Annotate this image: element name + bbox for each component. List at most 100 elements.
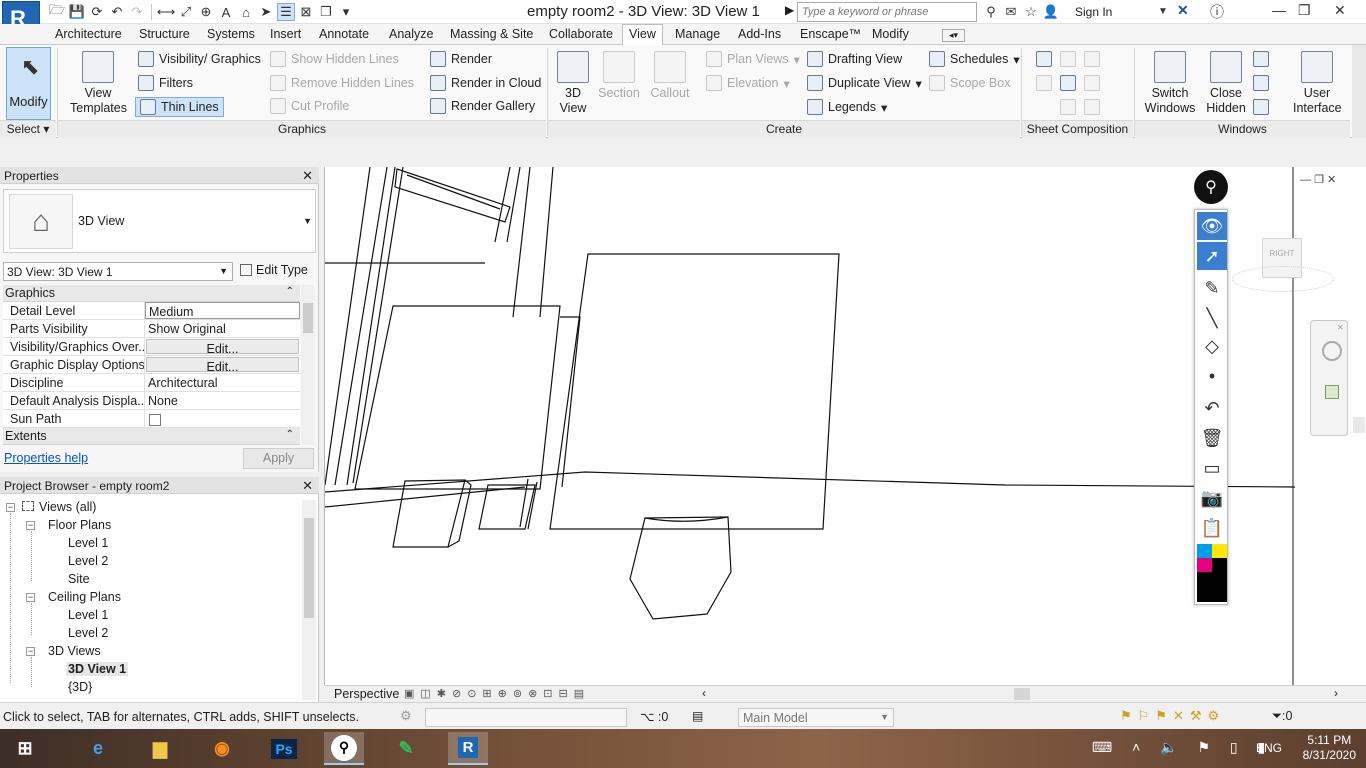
scroll-thumb[interactable] (303, 303, 313, 333)
tab-insert[interactable]: Insert (270, 27, 301, 41)
tree-views-all[interactable]: Views (all) (22, 500, 96, 514)
3d-view-button[interactable]: 3D View (553, 51, 593, 116)
schedules-button[interactable]: Schedules ▾ (929, 51, 1020, 67)
view-templates-button[interactable]: View Templates (70, 51, 127, 116)
search-input[interactable]: Type a keyword or phrase (797, 2, 977, 22)
tile-icon[interactable] (1253, 99, 1269, 115)
show-hidden-lines-button[interactable]: Show Hidden Lines (270, 51, 399, 67)
expand-arrow-icon[interactable]: ▶ (785, 3, 794, 17)
workset-select[interactable] (425, 708, 627, 727)
matchline-icon[interactable] (1084, 75, 1100, 91)
minimize-icon[interactable]: — (1300, 174, 1311, 186)
render-cloud-button[interactable]: Render in Cloud (430, 75, 541, 91)
switch-windows-button[interactable]: Switch Windows (1141, 51, 1199, 116)
open-icon[interactable]: 🗁 (48, 2, 66, 21)
cascade-icon[interactable] (1253, 75, 1269, 91)
visibility-graphics-button[interactable]: Visibility/ Graphics (138, 51, 261, 67)
tree-fp-site[interactable]: Site (68, 572, 90, 586)
photoshop-icon[interactable]: Ps (264, 732, 304, 765)
legends-button[interactable]: Legends ▾ (807, 99, 887, 115)
tree-cp-level-2[interactable]: Level 2 (68, 626, 108, 640)
revisions-icon[interactable] (1060, 75, 1076, 91)
tab-collaborate[interactable]: Collaborate (549, 27, 613, 41)
pen-line-icon[interactable]: ╲ (1197, 304, 1227, 332)
design-options-icon[interactable]: ▤ (692, 709, 703, 723)
close-hidden-icon[interactable]: ⊠ (297, 3, 315, 21)
viewport-scrollbar[interactable] (1353, 417, 1365, 433)
sign-in-link[interactable]: Sign In (1075, 5, 1112, 19)
sheet-icon[interactable] (1036, 51, 1052, 67)
undo-icon[interactable]: ↶ (108, 3, 126, 21)
section-icon[interactable]: ➤ (257, 3, 275, 21)
restore-icon[interactable]: ❐ (1298, 2, 1311, 19)
group-graphics[interactable]: Graphics ⌃ (3, 285, 300, 302)
tree-default-3d[interactable]: {3D} (68, 680, 92, 694)
tree-cp-level-1[interactable]: Level 1 (68, 608, 108, 622)
markup-app-taskbar-icon[interactable]: ⚲ (324, 732, 364, 765)
restore-icon[interactable]: ❐ (1314, 174, 1324, 186)
property-value[interactable]: None (145, 392, 300, 409)
customize-chevron-icon[interactable]: ▾ (337, 3, 355, 21)
collapse-icon[interactable]: − (26, 647, 35, 656)
section-button[interactable]: Section (598, 51, 640, 101)
cursor-pointer-icon[interactable]: ➚ (1197, 242, 1227, 270)
eraser-icon[interactable]: ◇ (1197, 332, 1227, 360)
property-value[interactable]: Show Original (145, 320, 300, 337)
view-reference-icon[interactable] (1060, 99, 1076, 115)
ribbon-toggle-button[interactable]: ◂▾ (942, 29, 966, 42)
firefox-icon[interactable]: ◉ (202, 732, 242, 765)
tab-annotate[interactable]: Annotate (319, 27, 369, 41)
tree-fp-level-1[interactable]: Level 1 (68, 536, 108, 550)
selection-filter[interactable]: ⏷:0 (1272, 709, 1292, 724)
callout-button[interactable]: Callout (648, 51, 692, 101)
user-interface-button[interactable]: User Interface (1287, 51, 1347, 116)
filters-button[interactable]: Filters (138, 75, 193, 91)
close-icon[interactable]: ✕ (1327, 174, 1336, 186)
minimize-icon[interactable]: — (1272, 2, 1286, 18)
active-model-select[interactable]: Main Model ▼ (738, 708, 894, 727)
detail-level-select[interactable]: Medium (145, 302, 300, 319)
collapse-icon[interactable]: − (6, 503, 15, 512)
notes-app-icon[interactable]: ✎ (386, 732, 426, 765)
user-icon[interactable]: 👤 (1042, 3, 1060, 21)
scroll-left-icon[interactable]: ‹ (702, 686, 706, 700)
help-icon[interactable]: ⓘ (1210, 2, 1224, 22)
cut-profile-button[interactable]: Cut Profile (270, 98, 349, 114)
close-icon[interactable]: ✕ (302, 478, 313, 494)
elevation-button[interactable]: Elevation ▾ (706, 75, 790, 91)
communication-icon[interactable]: ✉ (1002, 3, 1020, 21)
redo-icon[interactable]: ↷ (128, 3, 146, 21)
tree-floor-plans[interactable]: Floor Plans (48, 518, 111, 532)
default-3d-view-icon[interactable]: ⌂ (237, 3, 255, 21)
horizontal-scroll-thumb[interactable] (1014, 688, 1030, 700)
group-extents[interactable]: Extents ⌃ (3, 428, 300, 445)
binoculars-icon[interactable]: ⚲ (982, 3, 1000, 21)
save-icon[interactable]: 💾 (68, 3, 86, 21)
placeholder-sheet-icon[interactable] (1060, 51, 1076, 67)
browser-scrollbar[interactable] (302, 500, 316, 700)
internet-explorer-icon[interactable]: e (78, 732, 118, 765)
undo-icon[interactable]: ↶ (1197, 394, 1227, 422)
type-selector[interactable]: ⌂ 3D View ▼ (3, 189, 316, 253)
editable-count[interactable]: ⌥ :0 (640, 709, 668, 724)
titleblock-icon[interactable] (1084, 51, 1100, 67)
drafting-view-button[interactable]: Drafting View (807, 51, 902, 67)
close-hidden-button[interactable]: Close Hidden (1203, 51, 1249, 116)
tab-architecture[interactable]: Architecture (55, 27, 122, 41)
system-tray-icons[interactable]: ⌨ ˄ 🔈 ⚑ ▯ ▮ (1092, 739, 1273, 756)
language-indicator[interactable]: ENG (1256, 741, 1282, 755)
dimension-icon[interactable]: ⤢ (177, 3, 195, 21)
tab-view[interactable]: View (622, 24, 663, 46)
tab-analyze[interactable]: Analyze (389, 27, 433, 41)
remove-hidden-lines-button[interactable]: Remove Hidden Lines (270, 75, 414, 91)
tab-systems[interactable]: Systems (207, 27, 255, 41)
clipboard-icon[interactable]: 📋 (1197, 514, 1227, 542)
duplicate-view-button[interactable]: Duplicate View ▾ (807, 75, 922, 91)
sync-icon[interactable]: ⟳ (88, 3, 106, 21)
properties-help-link[interactable]: Properties help (4, 451, 88, 465)
tab-manage[interactable]: Manage (675, 27, 720, 41)
plan-views-button[interactable]: Plan Views ▾ (706, 51, 800, 67)
collapse-icon[interactable]: − (26, 593, 35, 602)
properties-scrollbar[interactable] (301, 285, 315, 445)
scroll-thumb[interactable] (304, 518, 314, 618)
